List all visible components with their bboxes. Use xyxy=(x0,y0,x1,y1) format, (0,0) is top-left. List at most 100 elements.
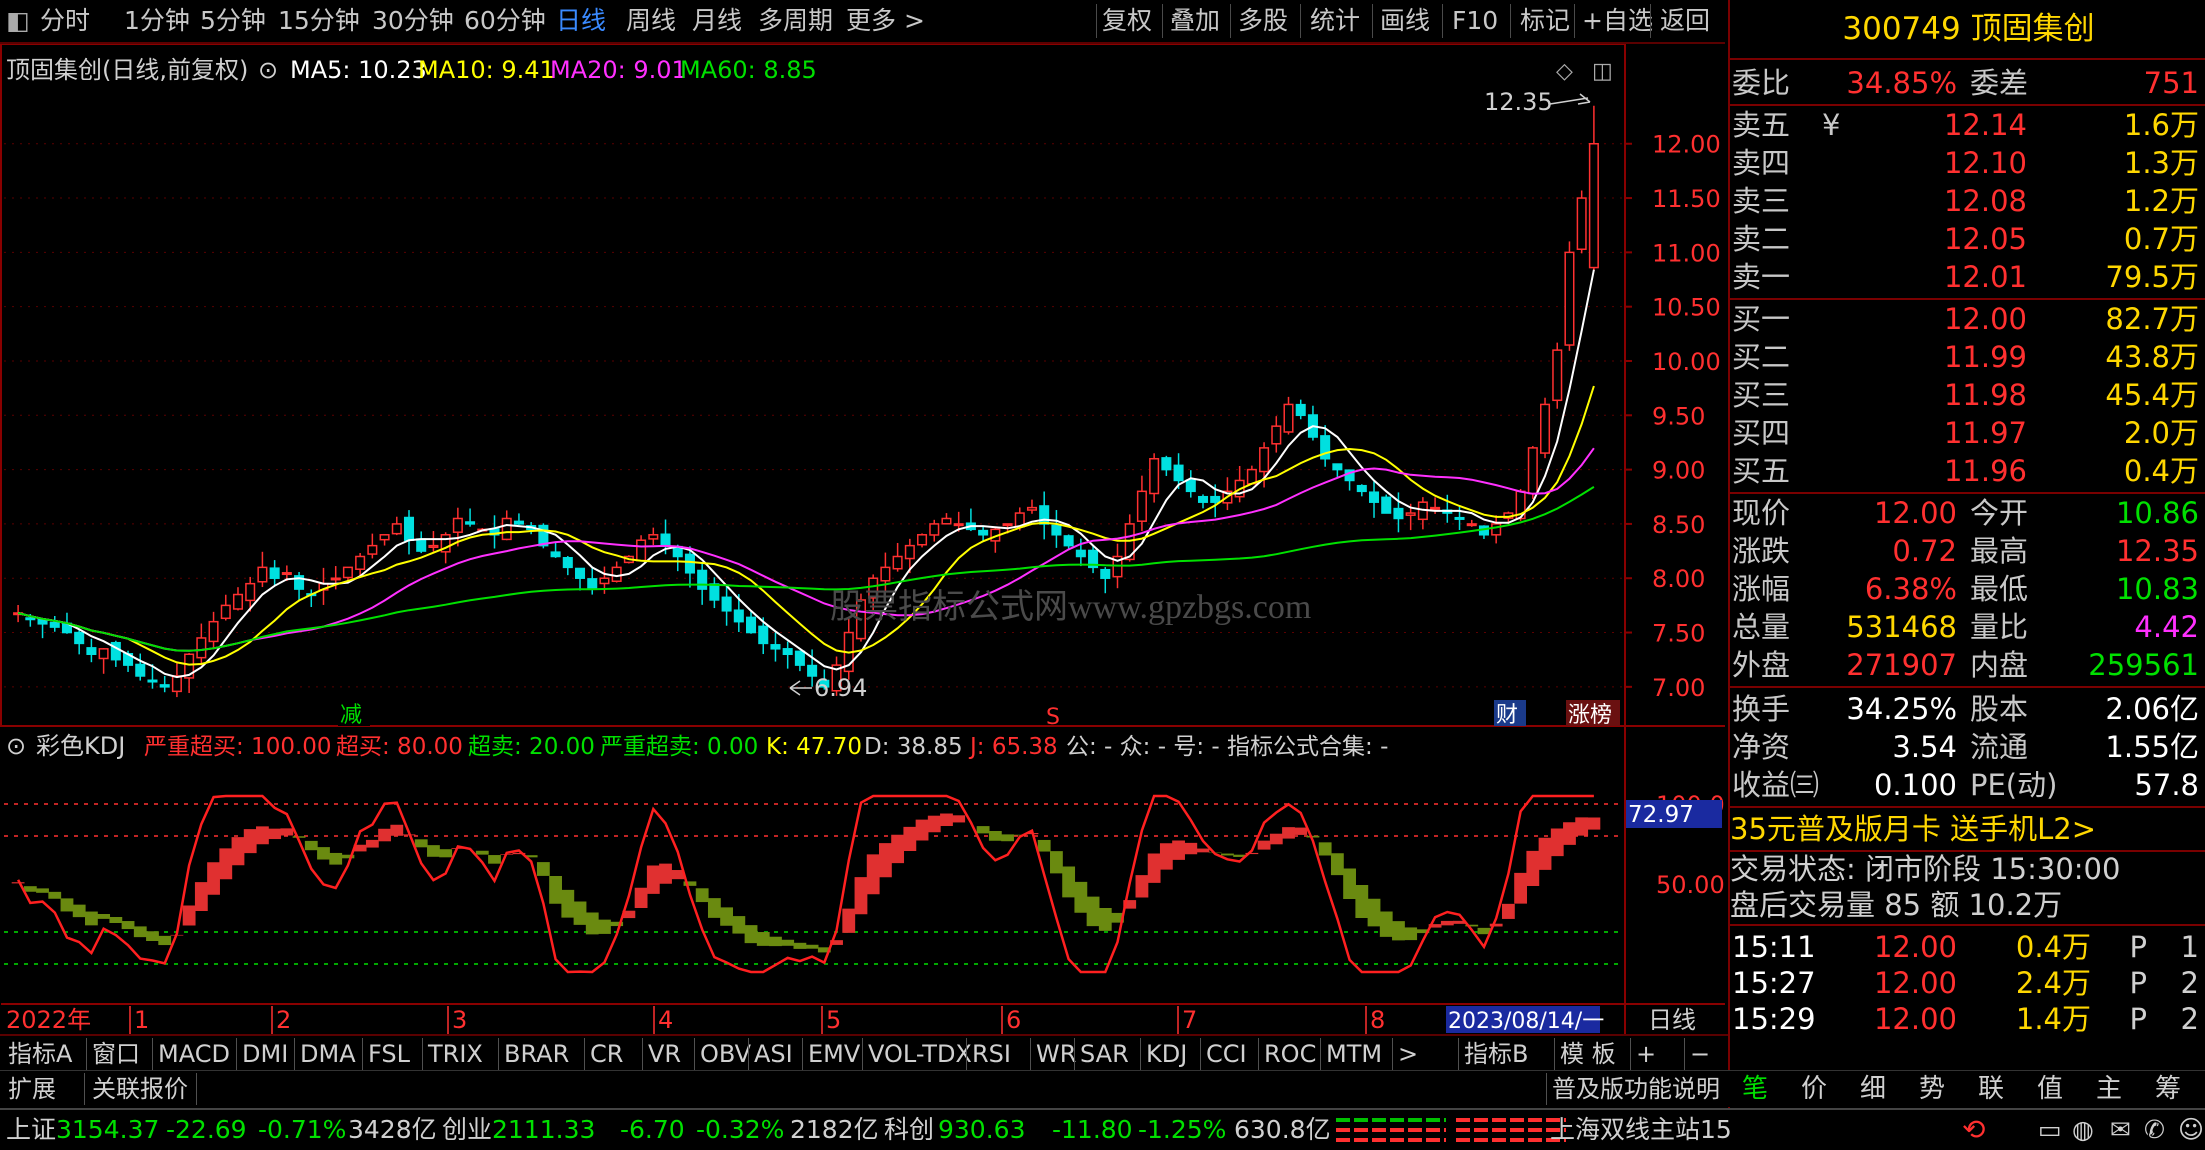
period-tab-3[interactable]: 15分钟 xyxy=(278,4,360,38)
chart-settings-icon[interactable]: ⊙ xyxy=(258,56,278,84)
period-tab-10[interactable]: 更多 > xyxy=(846,4,925,38)
indicator-tab-10[interactable]: OBV xyxy=(700,1038,751,1070)
toolbar-btn-7[interactable]: +自选 xyxy=(1582,4,1653,38)
indicator-tab-22[interactable]: 指标B xyxy=(1464,1038,1528,1070)
refresh-icon[interactable]: ⟲ xyxy=(1962,1110,1985,1150)
candle xyxy=(1552,342,1563,409)
toolbar-btn-3[interactable]: 统计 xyxy=(1310,4,1360,38)
panel-tab-7[interactable]: 筹 xyxy=(2143,1072,2193,1106)
indicator-tab-24[interactable]: + xyxy=(1636,1038,1656,1070)
indicator-tab-4[interactable]: DMA xyxy=(300,1038,356,1070)
ask-row[interactable]: 卖五 ¥12.14 1.6万 xyxy=(1730,106,2205,144)
panel-tab-0[interactable]: 笔 xyxy=(1730,1072,1780,1106)
after-hours: 盘后交易量 85 额 10.2万 xyxy=(1730,888,2063,922)
bid-row[interactable]: 买五 11.96 0.4万 xyxy=(1730,452,2205,490)
bid-row[interactable]: 买一 12.00 82.7万 xyxy=(1730,300,2205,338)
user-icon[interactable]: ☺ xyxy=(2178,1110,2204,1150)
candle xyxy=(1564,241,1575,351)
indicator-tab-8[interactable]: CR xyxy=(590,1038,623,1070)
screen-icon[interactable]: ▭ xyxy=(2038,1110,2062,1150)
candle xyxy=(220,594,231,621)
period-tab-1[interactable]: 1分钟 xyxy=(124,4,190,38)
indicator-tab-5[interactable]: FSL xyxy=(368,1038,410,1070)
indicator-tab-19[interactable]: ROC xyxy=(1264,1038,1316,1070)
indicator-settings-icon[interactable]: ⊙ xyxy=(6,732,26,760)
indicator-tab-6[interactable]: TRIX xyxy=(428,1038,483,1070)
period-tab-9[interactable]: 多周期 xyxy=(758,4,833,38)
indicator-tab-14[interactable]: RSI xyxy=(972,1038,1011,1070)
panel-tab-6[interactable]: 主 xyxy=(2084,1072,2134,1106)
server-name[interactable]: 上海双线主站15 xyxy=(1550,1110,1732,1150)
toolbar-btn-5[interactable]: F10 xyxy=(1452,4,1498,38)
indicator-tab-15[interactable]: WR xyxy=(1036,1038,1076,1070)
period-tab-6[interactable]: 日线 xyxy=(556,4,606,38)
indicator-name[interactable]: 彩色KDJ xyxy=(36,732,125,760)
period-tab-7[interactable]: 周线 xyxy=(626,4,676,38)
zhangbang-marker[interactable]: 涨榜 xyxy=(1568,703,1612,728)
indicator-tab-3[interactable]: DMI xyxy=(242,1038,288,1070)
indicator-tab-7[interactable]: BRAR xyxy=(504,1038,569,1070)
panel-tab-4[interactable]: 联 xyxy=(1966,1072,2016,1106)
indicator-tab-21[interactable]: > xyxy=(1398,1038,1418,1070)
toolbar-btn-8[interactable]: 返回 xyxy=(1660,4,1710,38)
wifi-icon[interactable]: ◍ xyxy=(2072,1110,2094,1150)
panel-tab-3[interactable]: 势 xyxy=(1907,1072,1957,1106)
cai-marker[interactable]: 财 xyxy=(1496,703,1518,728)
panel-tab-5[interactable]: 值 xyxy=(2025,1072,2075,1106)
indicator-tab-16[interactable]: SAR xyxy=(1080,1038,1129,1070)
high-price-label: 12.35 xyxy=(1484,88,1553,116)
toolbar-btn-0[interactable]: 复权 xyxy=(1102,4,1152,38)
kc-change: -11.80 xyxy=(1052,1115,1133,1144)
toolbar-btn-4[interactable]: 画线 xyxy=(1380,4,1430,38)
tab-extend[interactable]: 扩展 xyxy=(8,1073,56,1105)
period-tab-0[interactable]: 分时 xyxy=(40,4,90,38)
indicator-tab-25[interactable]: − xyxy=(1690,1038,1710,1070)
candle xyxy=(465,508,476,527)
tab-related-quotes[interactable]: 关联报价 xyxy=(92,1073,188,1105)
s-marker[interactable]: S xyxy=(1046,705,1060,730)
ask-row[interactable]: 卖一 12.01 79.5万 xyxy=(1730,258,2205,296)
phone-icon[interactable]: ✆ xyxy=(2144,1110,2165,1150)
indicator-tab-11[interactable]: ASI xyxy=(754,1038,793,1070)
diamond-icon[interactable]: ◇ xyxy=(1556,59,1573,84)
ask-row[interactable]: 卖二 12.05 0.7万 xyxy=(1730,220,2205,258)
bid-row[interactable]: 买二 11.99 43.8万 xyxy=(1730,338,2205,376)
price-tick: 10.00 xyxy=(1652,348,1721,376)
indicator-tab-9[interactable]: VR xyxy=(648,1038,681,1070)
indicator-tab-13[interactable]: VOL-TDX xyxy=(868,1038,972,1070)
panel-toggle-icon[interactable]: ◧ xyxy=(6,4,30,38)
jian-marker[interactable]: 减 xyxy=(340,703,362,728)
window-icon[interactable]: ◫ xyxy=(1592,59,1613,84)
indicator-tab-20[interactable]: MTM xyxy=(1326,1038,1382,1070)
promo-link[interactable]: 35元普及版月卡 送手机L2> xyxy=(1730,810,2205,848)
toolbar-btn-2[interactable]: 多股 xyxy=(1238,4,1288,38)
mail-icon[interactable]: ✉ xyxy=(2110,1110,2131,1150)
indicator-tab-17[interactable]: KDJ xyxy=(1146,1038,1187,1070)
indicator-tab-18[interactable]: CCI xyxy=(1206,1038,1247,1070)
chart-area[interactable]: 12.00 11.50 11.00 10.50 10.00 9.50 9.00 8.50 8.0… xyxy=(0,44,1726,1034)
indicator-tab-0[interactable]: 指标A xyxy=(8,1038,72,1070)
panel-tab-1[interactable]: 价 xyxy=(1789,1072,1839,1106)
ask-row[interactable]: 卖四 12.10 1.3万 xyxy=(1730,144,2205,182)
indicator-p2: 超买: 80.00 xyxy=(336,734,463,760)
period-label[interactable]: 日线 xyxy=(1648,1006,1696,1034)
panel-tab-2[interactable]: 细 xyxy=(1848,1072,1898,1106)
period-tab-8[interactable]: 月线 xyxy=(692,4,742,38)
indicator-tab-23[interactable]: 模 板 xyxy=(1560,1038,1616,1070)
tab-feature-guide[interactable]: 普及版功能说明 xyxy=(1552,1073,1720,1105)
bid-row[interactable]: 买三 11.98 45.4万 xyxy=(1730,376,2205,414)
month-label: 1 xyxy=(134,1006,149,1034)
toolbar-btn-6[interactable]: 标记 xyxy=(1520,4,1570,38)
candle xyxy=(159,675,170,693)
toolbar-btn-1[interactable]: 叠加 xyxy=(1170,4,1220,38)
indicator-tab-2[interactable]: MACD xyxy=(158,1038,230,1070)
indicator-tab-12[interactable]: EMV xyxy=(808,1038,860,1070)
period-tab-4[interactable]: 30分钟 xyxy=(372,4,454,38)
stat-row: 涨跌 0.72 最高 12.35 xyxy=(1732,534,2199,568)
cy-change: -6.70 xyxy=(620,1115,685,1144)
bid-row[interactable]: 买四 11.97 2.0万 xyxy=(1730,414,2205,452)
ask-row[interactable]: 卖三 12.08 1.2万 xyxy=(1730,182,2205,220)
period-tab-5[interactable]: 60分钟 xyxy=(464,4,546,38)
indicator-tab-1[interactable]: 窗口 xyxy=(92,1038,140,1070)
period-tab-2[interactable]: 5分钟 xyxy=(200,4,266,38)
